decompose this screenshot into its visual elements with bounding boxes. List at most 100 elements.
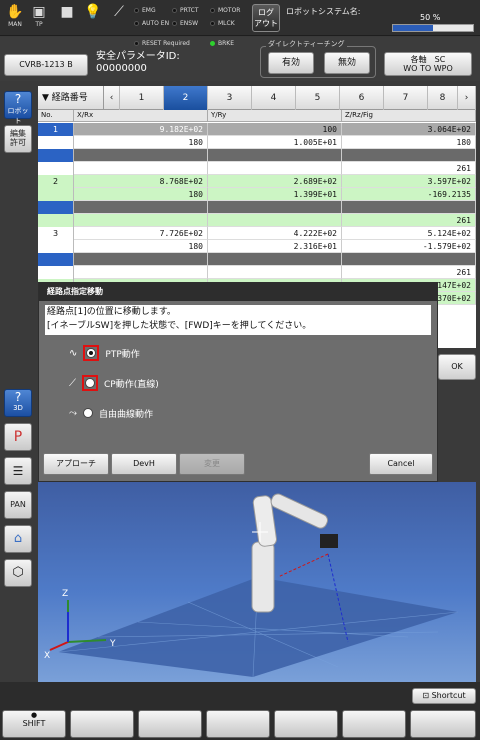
teach-pendant-icon[interactable]: ▣ TP [28, 3, 50, 33]
row-number[interactable] [38, 162, 74, 175]
table-cell[interactable]: 3.597E+02 [342, 175, 476, 188]
row-number[interactable]: 1 [38, 123, 74, 136]
tab-5[interactable]: 5 [296, 86, 340, 110]
table-cell[interactable] [342, 149, 476, 162]
ok-button[interactable]: OK [438, 354, 476, 380]
table-cell[interactable]: 7.726E+02 [74, 227, 208, 240]
tab-prev-arrow[interactable]: ‹ [104, 86, 120, 110]
row-number[interactable]: 2 [38, 175, 74, 188]
table-cell[interactable] [74, 214, 208, 227]
option-ptp[interactable]: ∿ PTP動作 [69, 345, 140, 361]
table-cell[interactable]: 261 [342, 214, 476, 227]
enable-button[interactable]: 有効 [268, 52, 314, 74]
function-key-2[interactable] [138, 710, 202, 738]
table-cell[interactable]: -1.579E+02 [342, 240, 476, 253]
stop-square-icon[interactable]: ■ [56, 3, 78, 33]
table-cell[interactable] [74, 253, 208, 266]
shortcut-button[interactable]: ⊡ Shortcut [412, 688, 476, 704]
table-cell[interactable]: 100 [208, 123, 342, 136]
table-cell[interactable] [208, 214, 342, 227]
tab-8[interactable]: 8 [428, 86, 458, 110]
function-key-6[interactable] [410, 710, 476, 738]
row-number[interactable] [38, 149, 74, 162]
tab-3[interactable]: 3 [208, 86, 252, 110]
logout-button[interactable]: ログ アウト [252, 4, 280, 32]
table-cell[interactable] [208, 149, 342, 162]
table-cell[interactable]: 180 [74, 240, 208, 253]
disable-button[interactable]: 無効 [324, 52, 370, 74]
table-cell[interactable] [342, 253, 476, 266]
linear-motion-icon: ⟋ [69, 377, 76, 389]
table-cell[interactable]: 4.222E+02 [208, 227, 342, 240]
home-icon[interactable]: ⌂ [4, 525, 32, 553]
point-marker-icon[interactable]: P [4, 423, 32, 451]
table-cell[interactable]: 180 [74, 188, 208, 201]
table-cell[interactable]: 180 [342, 136, 476, 149]
table-cell[interactable]: 1.399E+01 [208, 188, 342, 201]
free-curve-radio[interactable] [83, 408, 93, 418]
table-cell[interactable]: 180 [74, 136, 208, 149]
axis-coord-button[interactable]: 各軸 SC WO TO WPO [384, 52, 472, 76]
row-number[interactable] [38, 240, 74, 253]
table-cell[interactable] [342, 201, 476, 214]
tab-next-arrow[interactable]: › [458, 86, 476, 110]
function-key-1[interactable] [70, 710, 134, 738]
table-cell[interactable]: 2.689E+02 [208, 175, 342, 188]
tab-4[interactable]: 4 [252, 86, 296, 110]
tab-6[interactable]: 6 [340, 86, 384, 110]
cancel-button[interactable]: Cancel [369, 453, 433, 475]
table-cell[interactable]: 261 [342, 162, 476, 175]
led-brke: BRKE [210, 40, 234, 47]
row-number[interactable] [38, 253, 74, 266]
table-cell[interactable] [208, 266, 342, 279]
table-cell[interactable] [74, 162, 208, 175]
shift-button[interactable]: ● SHIFT [2, 710, 66, 738]
option-free-curve[interactable]: ⤳ 自由曲線動作 [69, 405, 153, 421]
3d-simulation-view[interactable]: Z Y X [38, 482, 476, 682]
robot-help-button[interactable]: ? ロボット [4, 91, 32, 125]
wrench-icon[interactable]: ⟋ [108, 3, 130, 33]
layers-icon[interactable]: ☰ [4, 457, 32, 485]
table-cell[interactable]: 2.316E+01 [208, 240, 342, 253]
ptp-radio[interactable] [86, 348, 97, 358]
man-hand-icon[interactable]: ✋ MAN [4, 3, 26, 33]
bulb-icon[interactable]: 💡 [82, 3, 104, 33]
param-label: 安全パラメータID: [96, 51, 180, 62]
table-cell[interactable] [208, 162, 342, 175]
tab-7[interactable]: 7 [384, 86, 428, 110]
devh-button[interactable]: DevH [111, 453, 177, 475]
path-number-dropdown[interactable]: ▼ 経路番号 [38, 86, 104, 110]
row-number[interactable] [38, 188, 74, 201]
cp-radio[interactable] [85, 378, 95, 388]
table-cell[interactable]: 3.064E+02 [342, 123, 476, 136]
function-key-5[interactable] [342, 710, 406, 738]
tab-1[interactable]: 1 [120, 86, 164, 110]
edit-permit-button[interactable]: 編集 許可 [4, 125, 32, 153]
table-cell[interactable]: 261 [342, 266, 476, 279]
row-number[interactable] [38, 214, 74, 227]
function-key-3[interactable] [206, 710, 270, 738]
table-cell[interactable]: -169.2135 [342, 188, 476, 201]
row-number[interactable]: 3 [38, 227, 74, 240]
row-number[interactable] [38, 201, 74, 214]
table-cell[interactable] [74, 266, 208, 279]
option-cp[interactable]: ⟋ CP動作(直線) [69, 375, 159, 391]
table-cell[interactable]: 9.182E+02 [74, 123, 208, 136]
table-cell[interactable] [208, 201, 342, 214]
table-cell[interactable]: 5.124E+02 [342, 227, 476, 240]
table-cell[interactable] [208, 253, 342, 266]
tab-2[interactable]: 2 [164, 86, 208, 110]
table-cell[interactable] [74, 201, 208, 214]
function-key-4[interactable] [274, 710, 338, 738]
table-cell[interactable]: 8.768E+02 [74, 175, 208, 188]
approach-button[interactable]: アプローチ [43, 453, 109, 475]
robot-model-button[interactable]: CVRB-1213 B [4, 54, 88, 76]
row-number[interactable] [38, 266, 74, 279]
table-cell[interactable] [74, 149, 208, 162]
row-number[interactable] [38, 136, 74, 149]
axis-y-label: Y [109, 639, 116, 649]
pan-button[interactable]: PAN [4, 491, 32, 519]
table-cell[interactable]: 1.005E+01 [208, 136, 342, 149]
3d-help-button[interactable]: ? 3D [4, 389, 32, 417]
cube-icon[interactable]: ⬡ [4, 559, 32, 587]
